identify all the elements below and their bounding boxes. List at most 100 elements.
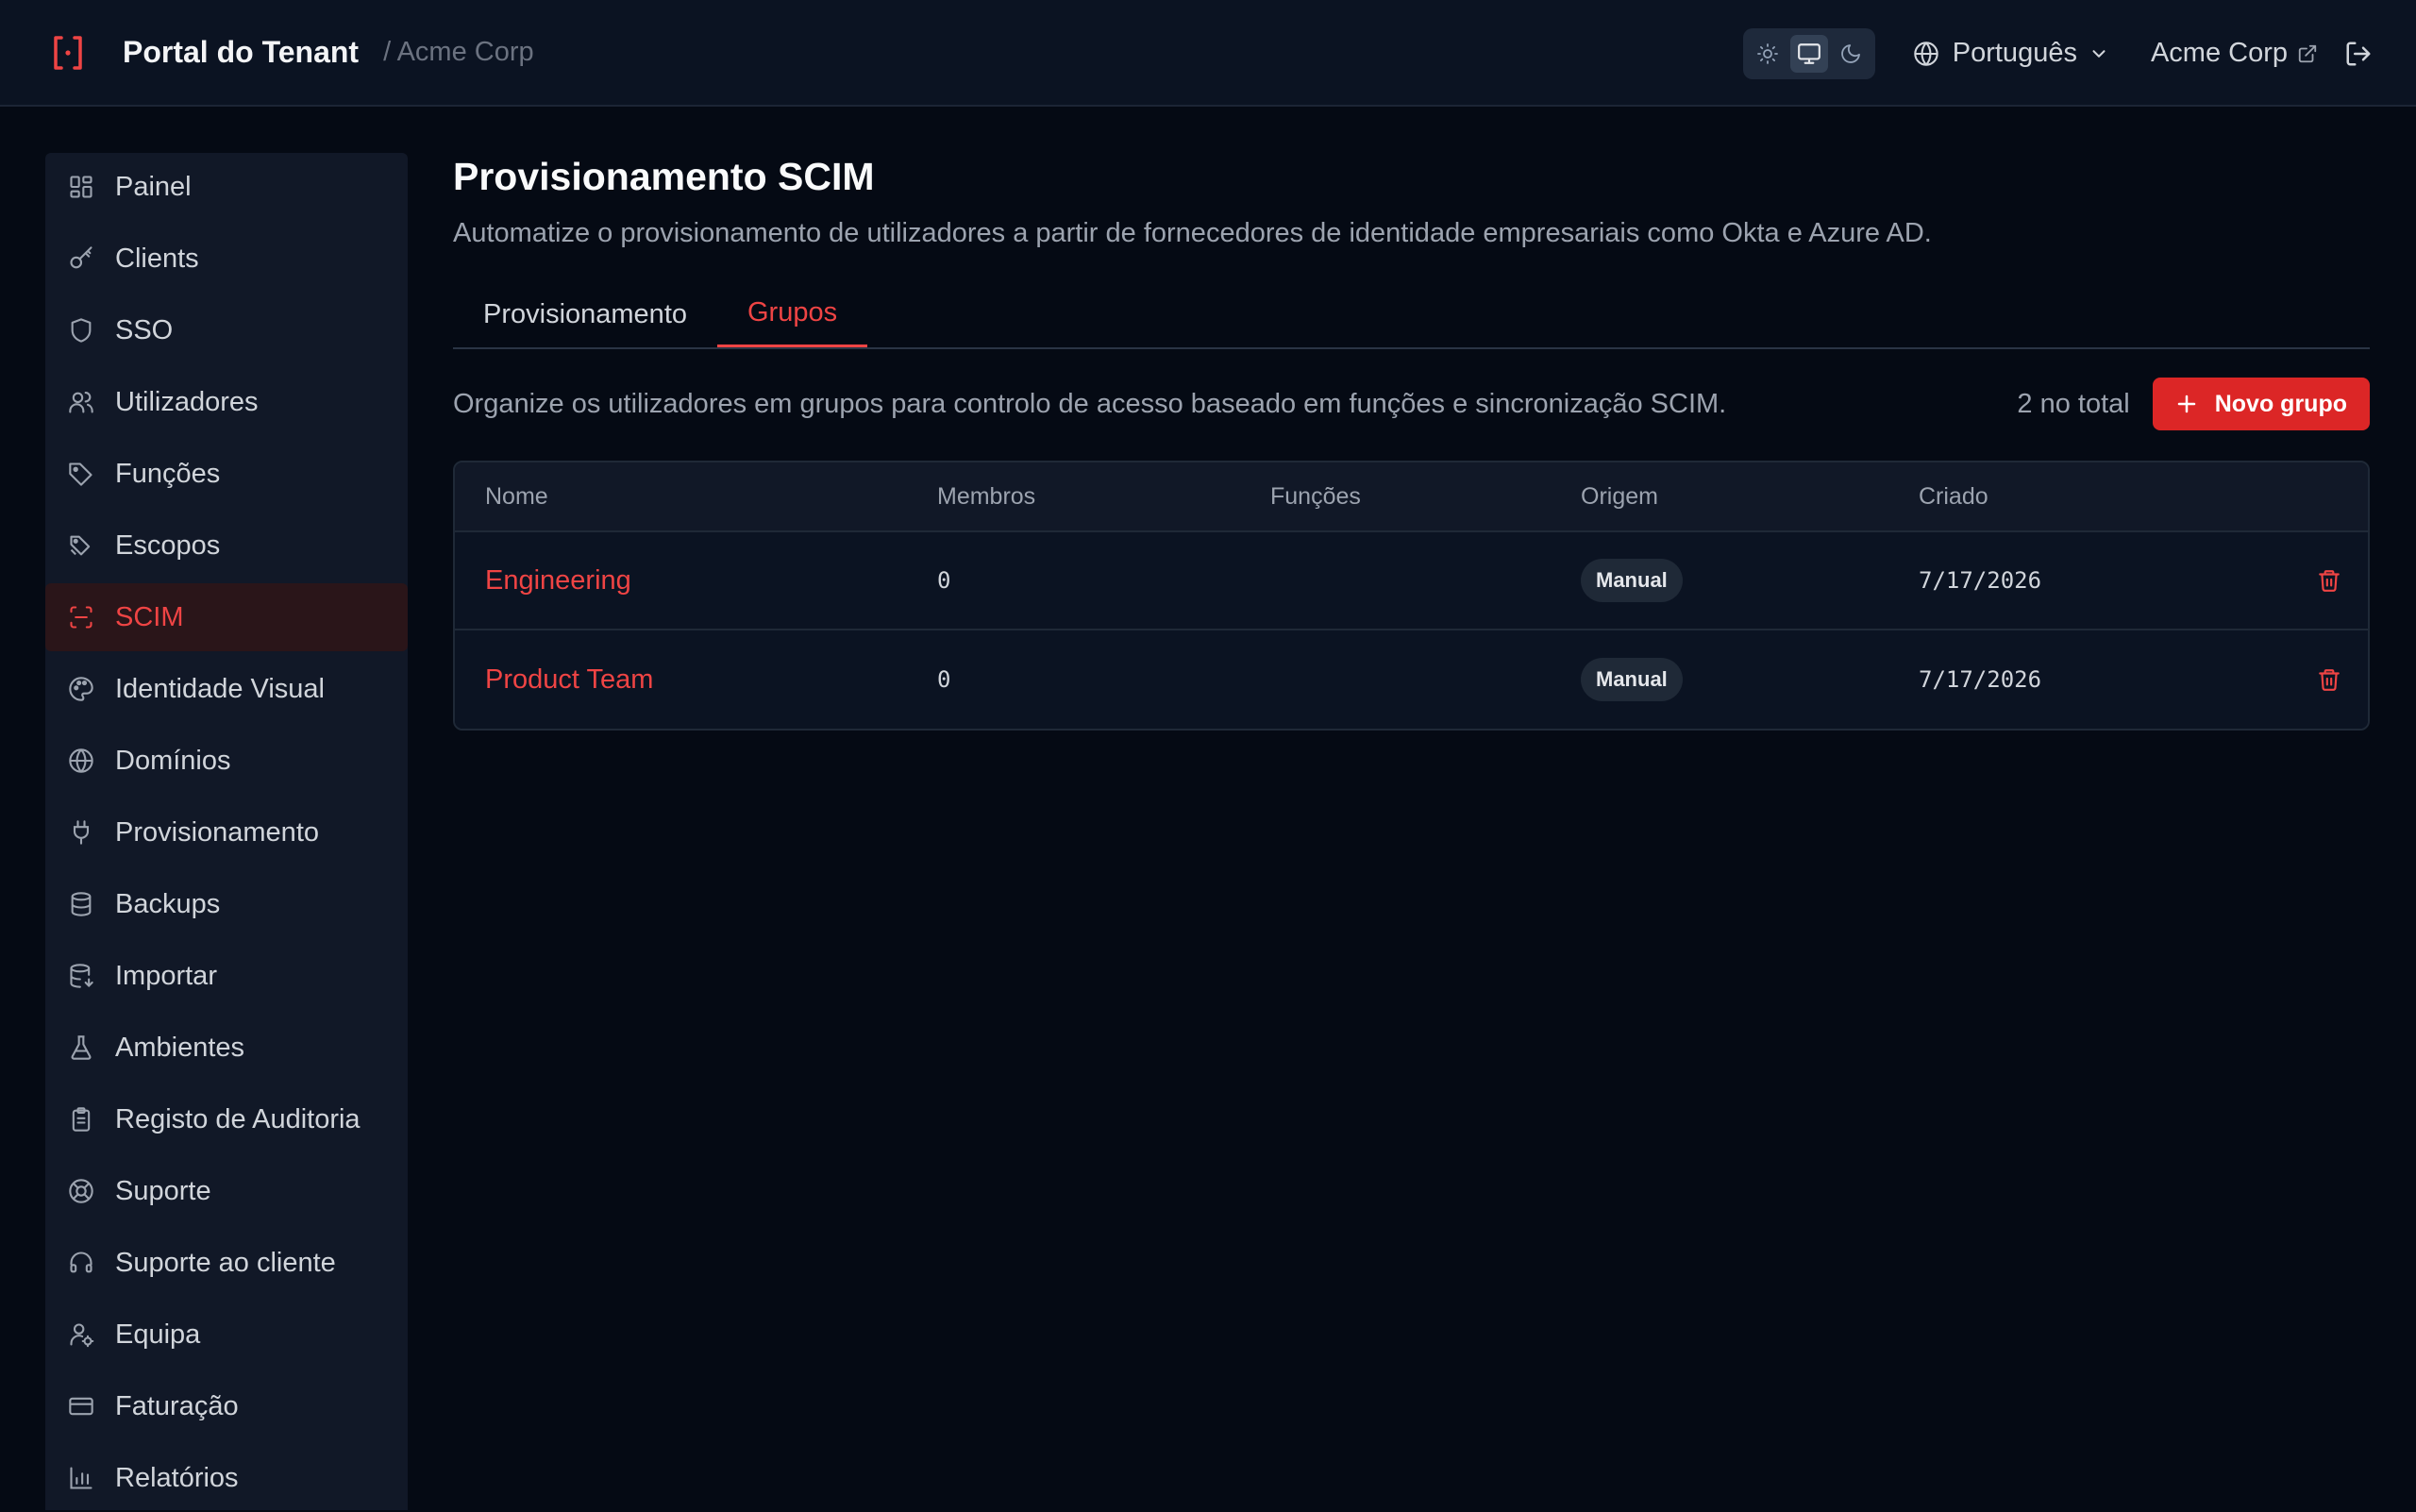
sidebar-item-clients[interactable]: Clients <box>45 225 408 293</box>
clipboard-icon <box>66 1104 96 1134</box>
breadcrumb: / Acme Corp <box>383 37 534 67</box>
sidebar-item-funcoes[interactable]: Funções <box>45 440 408 508</box>
lifebuoy-icon <box>66 1176 96 1206</box>
logout-icon[interactable] <box>2344 40 2373 68</box>
sidebar-item-escopos[interactable]: Escopos <box>45 512 408 580</box>
shield-icon <box>66 315 96 345</box>
sidebar-item-label: Painel <box>115 171 192 202</box>
theme-toggle <box>1742 27 1875 79</box>
sidebar-item-label: Equipa <box>115 1319 201 1350</box>
tab-provisionamento[interactable]: Provisionamento <box>453 281 717 347</box>
language-selector[interactable]: Português <box>1913 38 2109 69</box>
sidebar: Painel Clients SSO Utilizadores Funções … <box>45 153 408 1510</box>
trash-icon[interactable] <box>2317 666 2341 693</box>
sidebar-item-label: Utilizadores <box>115 386 259 417</box>
external-link-icon <box>2288 43 2318 64</box>
sidebar-item-scim[interactable]: SCIM <box>45 583 408 651</box>
sidebar-item-identidade-visual[interactable]: Identidade Visual <box>45 655 408 723</box>
column-header-created: Criado <box>1919 482 1988 510</box>
database-icon <box>66 889 96 919</box>
group-created-date: 7/17/2026 <box>1919 567 2042 594</box>
scan-icon <box>66 602 96 632</box>
sidebar-item-suporte-cliente[interactable]: Suporte ao cliente <box>45 1229 408 1297</box>
page-title: Provisionamento SCIM <box>453 155 875 198</box>
bar-chart-icon <box>66 1463 96 1493</box>
toolbar-actions: 2 no total Novo grupo <box>2017 378 2370 430</box>
app-title: Portal do Tenant <box>123 35 360 69</box>
credit-card-icon <box>66 1391 96 1421</box>
sidebar-item-utilizadores[interactable]: Utilizadores <box>45 368 408 436</box>
column-header-roles: Funções <box>1270 482 1361 510</box>
column-header-members: Membros <box>937 482 1036 510</box>
group-members: 0 <box>937 666 951 693</box>
sidebar-item-label: Ambientes <box>115 1032 245 1063</box>
sidebar-item-label: Registo de Auditoria <box>115 1103 361 1134</box>
table-row: Product Team 0 Manual 7/17/2026 <box>455 630 2368 729</box>
plug-icon <box>66 817 96 848</box>
sidebar-item-label: Domínios <box>115 745 231 776</box>
plus-icon <box>2175 393 2215 415</box>
sidebar-item-label: Faturação <box>115 1390 239 1421</box>
new-group-label: Novo grupo <box>2214 390 2347 417</box>
globe-icon <box>66 746 96 776</box>
brand[interactable]: Portal do Tenant / Acme Corp <box>51 33 534 73</box>
key-icon <box>66 244 96 274</box>
sun-icon[interactable] <box>1749 35 1787 73</box>
groups-toolbar: Organize os utilizadores em grupos para … <box>453 378 2370 430</box>
sidebar-item-label: Provisionamento <box>115 816 319 848</box>
top-header: Portal do Tenant / Acme Corp Português A… <box>0 0 2416 107</box>
tag-icon <box>66 459 96 489</box>
sidebar-item-label: Identidade Visual <box>115 673 325 704</box>
dashboard-icon <box>66 172 96 202</box>
sidebar-item-provisionamento[interactable]: Provisionamento <box>45 798 408 866</box>
sidebar-item-ambientes[interactable]: Ambientes <box>45 1014 408 1082</box>
monitor-icon[interactable] <box>1789 34 1828 73</box>
column-header-name: Nome <box>485 482 548 510</box>
sidebar-item-faturacao[interactable]: Faturação <box>45 1372 408 1440</box>
headset-icon <box>66 1248 96 1278</box>
sidebar-item-equipa[interactable]: Equipa <box>45 1301 408 1369</box>
header-actions: Português Acme Corp <box>1742 0 2416 107</box>
flask-icon <box>66 1033 96 1063</box>
page-description: Automatize o provisionamento de utilizad… <box>453 218 1932 248</box>
sidebar-item-painel[interactable]: Painel <box>45 153 408 221</box>
sidebar-item-label: Escopos <box>115 529 221 561</box>
chevron-down-icon <box>2089 43 2109 64</box>
sidebar-item-label: Relatórios <box>115 1462 239 1493</box>
origin-badge: Manual <box>1581 658 1683 701</box>
new-group-button[interactable]: Novo grupo <box>2152 378 2370 430</box>
sidebar-item-backups[interactable]: Backups <box>45 870 408 938</box>
group-created-date: 7/17/2026 <box>1919 666 2042 693</box>
sidebar-item-dominios[interactable]: Domínios <box>45 727 408 795</box>
sidebar-item-relatorios[interactable]: Relatórios <box>45 1444 408 1512</box>
globe-icon <box>1913 41 1939 67</box>
tenant-link[interactable]: Acme Corp <box>2151 38 2318 69</box>
sidebar-item-registo-auditoria[interactable]: Registo de Auditoria <box>45 1085 408 1153</box>
database-import-icon <box>66 961 96 991</box>
table-header: Nome Membros Funções Origem Criado <box>455 462 2368 532</box>
user-cog-icon <box>66 1319 96 1350</box>
moon-icon[interactable] <box>1832 35 1870 73</box>
sidebar-item-label: Importar <box>115 960 217 991</box>
brand-logo-icon <box>51 33 85 73</box>
sidebar-item-sso[interactable]: SSO <box>45 296 408 364</box>
sidebar-item-label: SSO <box>115 314 174 345</box>
sidebar-item-suporte[interactable]: Suporte <box>45 1157 408 1225</box>
sidebar-item-label: Funções <box>115 458 221 489</box>
sidebar-item-label: Suporte ao cliente <box>115 1247 336 1278</box>
group-name-link[interactable]: Engineering <box>485 565 631 596</box>
groups-description: Organize os utilizadores em grupos para … <box>453 388 1727 419</box>
group-members: 0 <box>937 567 951 594</box>
sidebar-item-label: SCIM <box>115 601 184 632</box>
table-row: Engineering 0 Manual 7/17/2026 <box>455 532 2368 630</box>
groups-table: Nome Membros Funções Origem Criado Engin… <box>453 461 2370 731</box>
sidebar-item-importar[interactable]: Importar <box>45 942 408 1010</box>
tab-grupos[interactable]: Grupos <box>717 281 868 347</box>
palette-icon <box>66 674 96 704</box>
tenant-name: Acme Corp <box>2150 38 2288 68</box>
trash-icon[interactable] <box>2317 567 2341 594</box>
sidebar-item-label: Backups <box>115 888 221 919</box>
origin-badge: Manual <box>1581 559 1683 602</box>
sidebar-item-label: Clients <box>115 243 199 274</box>
group-name-link[interactable]: Product Team <box>485 664 653 695</box>
